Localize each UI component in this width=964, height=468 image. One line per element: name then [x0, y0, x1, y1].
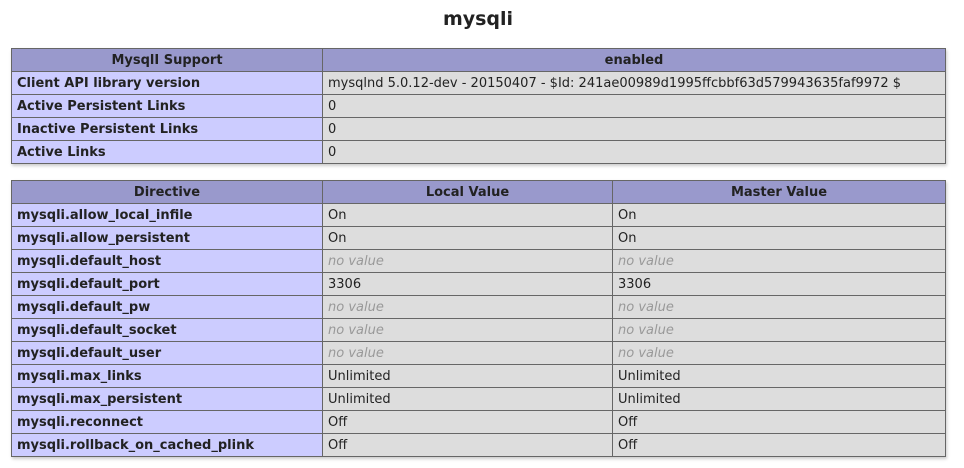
directive-name: mysqli.max_links — [11, 364, 323, 388]
table-row: mysqli.reconnect Off Off — [11, 410, 946, 434]
column-header-master-value: Master Value — [612, 180, 946, 204]
table-row: mysqli.default_host no value no value — [11, 249, 946, 273]
directive-name: mysqli.reconnect — [11, 410, 323, 434]
master-value: On — [612, 226, 946, 250]
no-value-text: no value — [328, 345, 384, 361]
page-title: mysqli — [442, 8, 514, 30]
master-value: no value — [612, 249, 946, 273]
table-row: mysqli.allow_persistent On On — [11, 226, 946, 250]
master-value: Unlimited — [612, 364, 946, 388]
directive-name: mysqli.allow_persistent — [11, 226, 323, 250]
mysqli-support-table: MysqlI Support enabled Client API librar… — [11, 48, 946, 164]
local-value: no value — [322, 341, 613, 365]
support-header-status: enabled — [322, 48, 946, 72]
directive-name: mysqli.default_port — [11, 272, 323, 296]
active-persistent-links-value: 0 — [322, 94, 946, 118]
table-row: mysqli.default_pw no value no value — [11, 295, 946, 319]
master-value: 3306 — [612, 272, 946, 296]
local-value: Off — [322, 433, 613, 457]
support-header-row: MysqlI Support enabled — [11, 48, 946, 72]
master-value: Unlimited — [612, 387, 946, 411]
no-value-text: no value — [328, 299, 384, 315]
master-value: no value — [612, 341, 946, 365]
directive-name: mysqli.default_host — [11, 249, 323, 273]
table-row: mysqli.default_user no value no value — [11, 341, 946, 365]
table-row: Active Links 0 — [11, 140, 946, 164]
local-value: no value — [322, 295, 613, 319]
no-value-text: no value — [618, 253, 674, 269]
directive-name: mysqli.rollback_on_cached_plink — [11, 433, 323, 457]
local-value: On — [322, 203, 613, 227]
directive-name: mysqli.default_socket — [11, 318, 323, 342]
table-row: mysqli.rollback_on_cached_plink Off Off — [11, 433, 946, 457]
client-api-version-value: mysqlnd 5.0.12-dev - 20150407 - $Id: 241… — [322, 71, 946, 95]
active-links-value: 0 — [322, 140, 946, 164]
table-row: mysqli.max_persistent Unlimited Unlimited — [11, 387, 946, 411]
no-value-text: no value — [618, 322, 674, 338]
local-value: On — [322, 226, 613, 250]
local-value: no value — [322, 318, 613, 342]
column-header-local-value: Local Value — [322, 180, 613, 204]
table-row: mysqli.default_port 3306 3306 — [11, 272, 946, 296]
directive-table-body: mysqli.allow_local_infile On On mysqli.allo… — [11, 203, 946, 457]
directive-name: mysqli.default_pw — [11, 295, 323, 319]
master-value: On — [612, 203, 946, 227]
inactive-persistent-links-value: 0 — [322, 117, 946, 141]
table-row: mysqli.default_socket no value no value — [11, 318, 946, 342]
local-value: Off — [322, 410, 613, 434]
directive-table: Directive Local Value Master Value mysql… — [11, 180, 946, 457]
master-value: no value — [612, 295, 946, 319]
master-value: Off — [612, 410, 946, 434]
no-value-text: no value — [618, 299, 674, 315]
local-value: 3306 — [322, 272, 613, 296]
active-persistent-links-label: Active Persistent Links — [11, 94, 323, 118]
client-api-version-label: Client API library version — [11, 71, 323, 95]
local-value: Unlimited — [322, 387, 613, 411]
no-value-text: no value — [328, 253, 384, 269]
support-header-label: MysqlI Support — [11, 48, 323, 72]
local-value: no value — [322, 249, 613, 273]
directive-name: mysqli.allow_local_infile — [11, 203, 323, 227]
directive-header-row: Directive Local Value Master Value — [11, 180, 946, 204]
directive-name: mysqli.max_persistent — [11, 387, 323, 411]
table-row: mysqli.allow_local_infile On On — [11, 203, 946, 227]
local-value: Unlimited — [322, 364, 613, 388]
active-links-label: Active Links — [11, 140, 323, 164]
no-value-text: no value — [328, 322, 384, 338]
no-value-text: no value — [618, 345, 674, 361]
inactive-persistent-links-label: Inactive Persistent Links — [11, 117, 323, 141]
table-row: mysqli.max_links Unlimited Unlimited — [11, 364, 946, 388]
master-value: no value — [612, 318, 946, 342]
table-row: Client API library version mysqlnd 5.0.1… — [11, 71, 946, 95]
table-row: Active Persistent Links 0 — [11, 94, 946, 118]
master-value: Off — [612, 433, 946, 457]
table-row: Inactive Persistent Links 0 — [11, 117, 946, 141]
directive-name: mysqli.default_user — [11, 341, 323, 365]
column-header-directive: Directive — [11, 180, 323, 204]
